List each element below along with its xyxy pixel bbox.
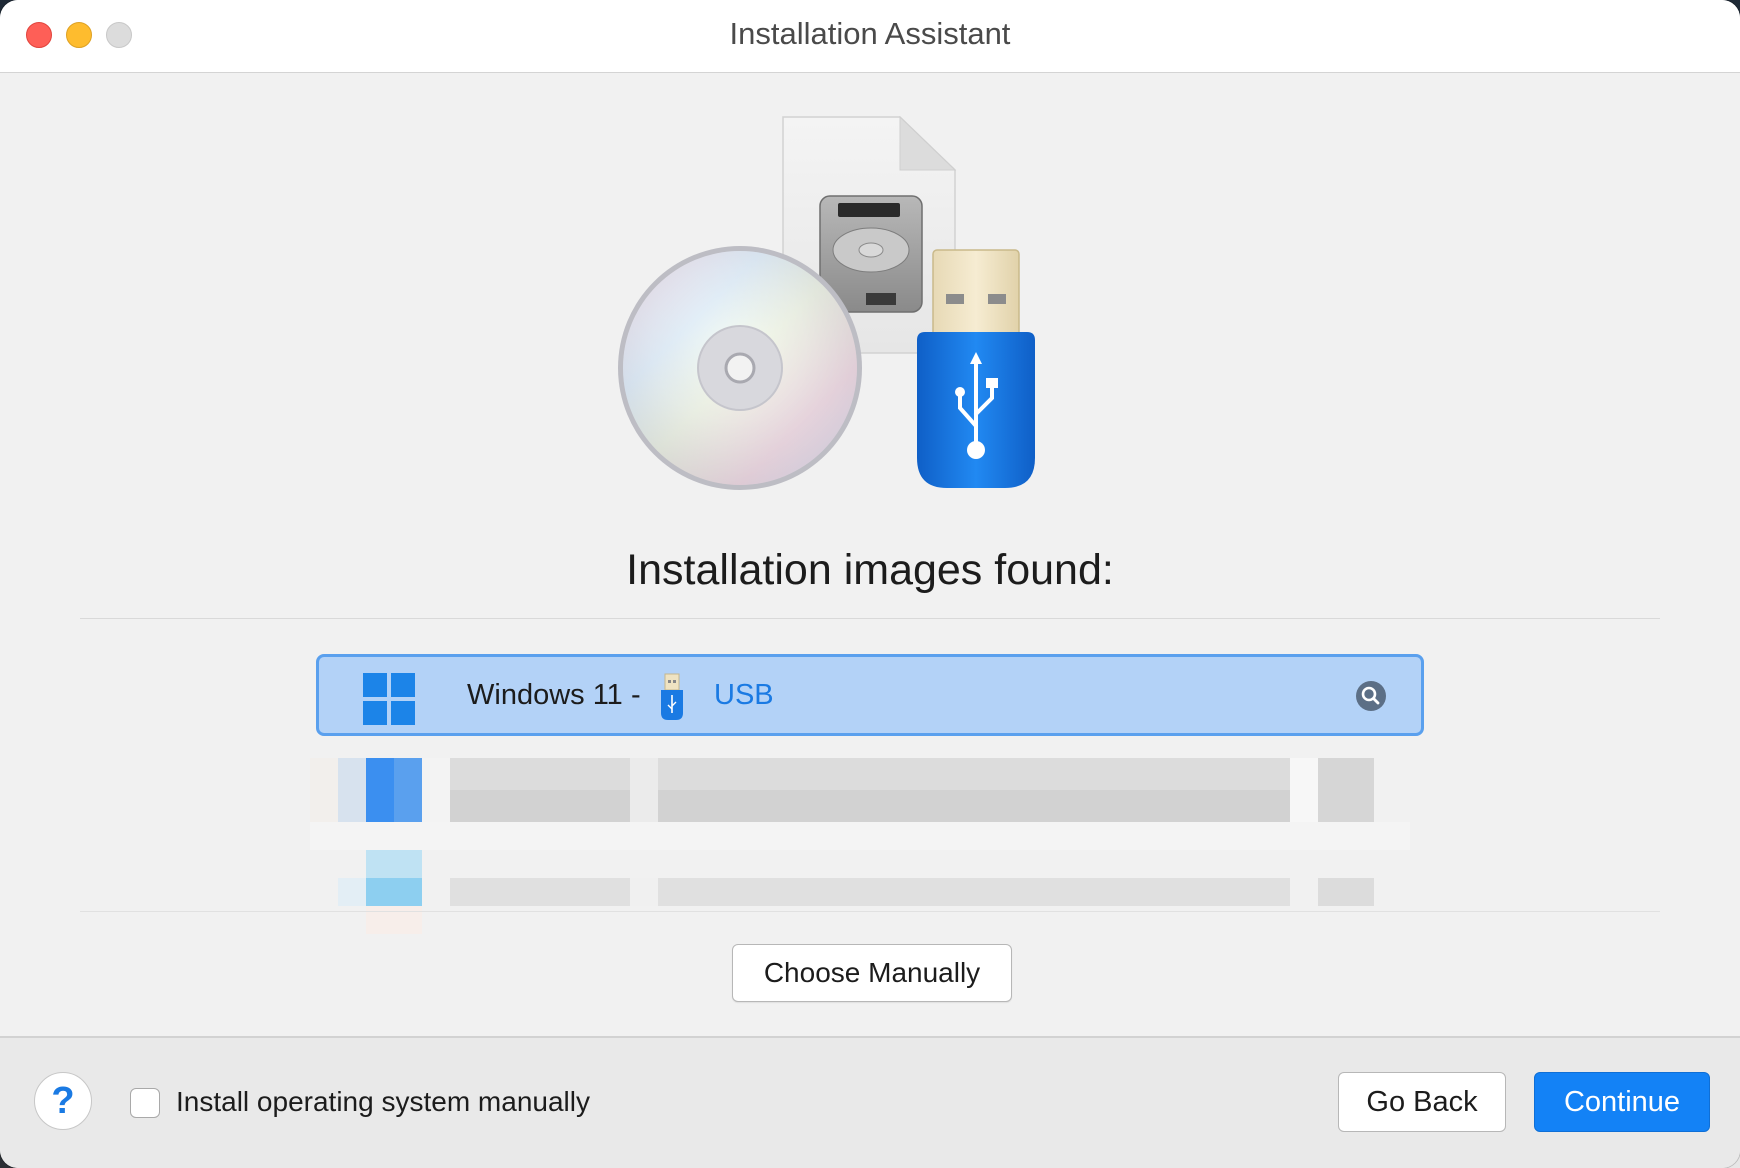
footer-bar: ? Install operating system manually Go B…	[0, 1036, 1740, 1168]
installation-media-illustration	[618, 115, 1035, 490]
disc-icon	[618, 246, 862, 490]
source-label: USB	[714, 679, 774, 711]
divider	[80, 911, 1660, 912]
divider	[80, 618, 1660, 619]
installation-assistant-window: Installation Assistant Installation imag…	[0, 0, 1740, 1168]
blurred-image-rows	[310, 758, 1410, 934]
usb-drive-icon	[661, 673, 683, 720]
title-bar: Installation Assistant	[0, 0, 1740, 73]
separator: -	[631, 679, 641, 711]
choose-manually-button[interactable]: Choose Manually	[732, 944, 1012, 1002]
os-name: Windows 11	[467, 679, 623, 711]
install-manually-checkbox[interactable]	[130, 1088, 160, 1118]
window-title: Installation Assistant	[729, 16, 1011, 51]
install-manually-label[interactable]: Install operating system manually	[176, 1086, 590, 1118]
go-back-button[interactable]: Go Back	[1338, 1072, 1506, 1132]
continue-button[interactable]: Continue	[1534, 1072, 1710, 1132]
usb-drive-icon	[917, 249, 1035, 488]
help-icon[interactable]: ?	[34, 1072, 92, 1130]
image-row-selected[interactable]: Windows 11 - USB	[316, 654, 1424, 736]
windows-logo-icon	[363, 673, 415, 725]
magnifier-icon[interactable]	[1355, 680, 1387, 712]
page-heading: Installation images found:	[626, 546, 1114, 594]
blurred-row	[310, 758, 1410, 934]
